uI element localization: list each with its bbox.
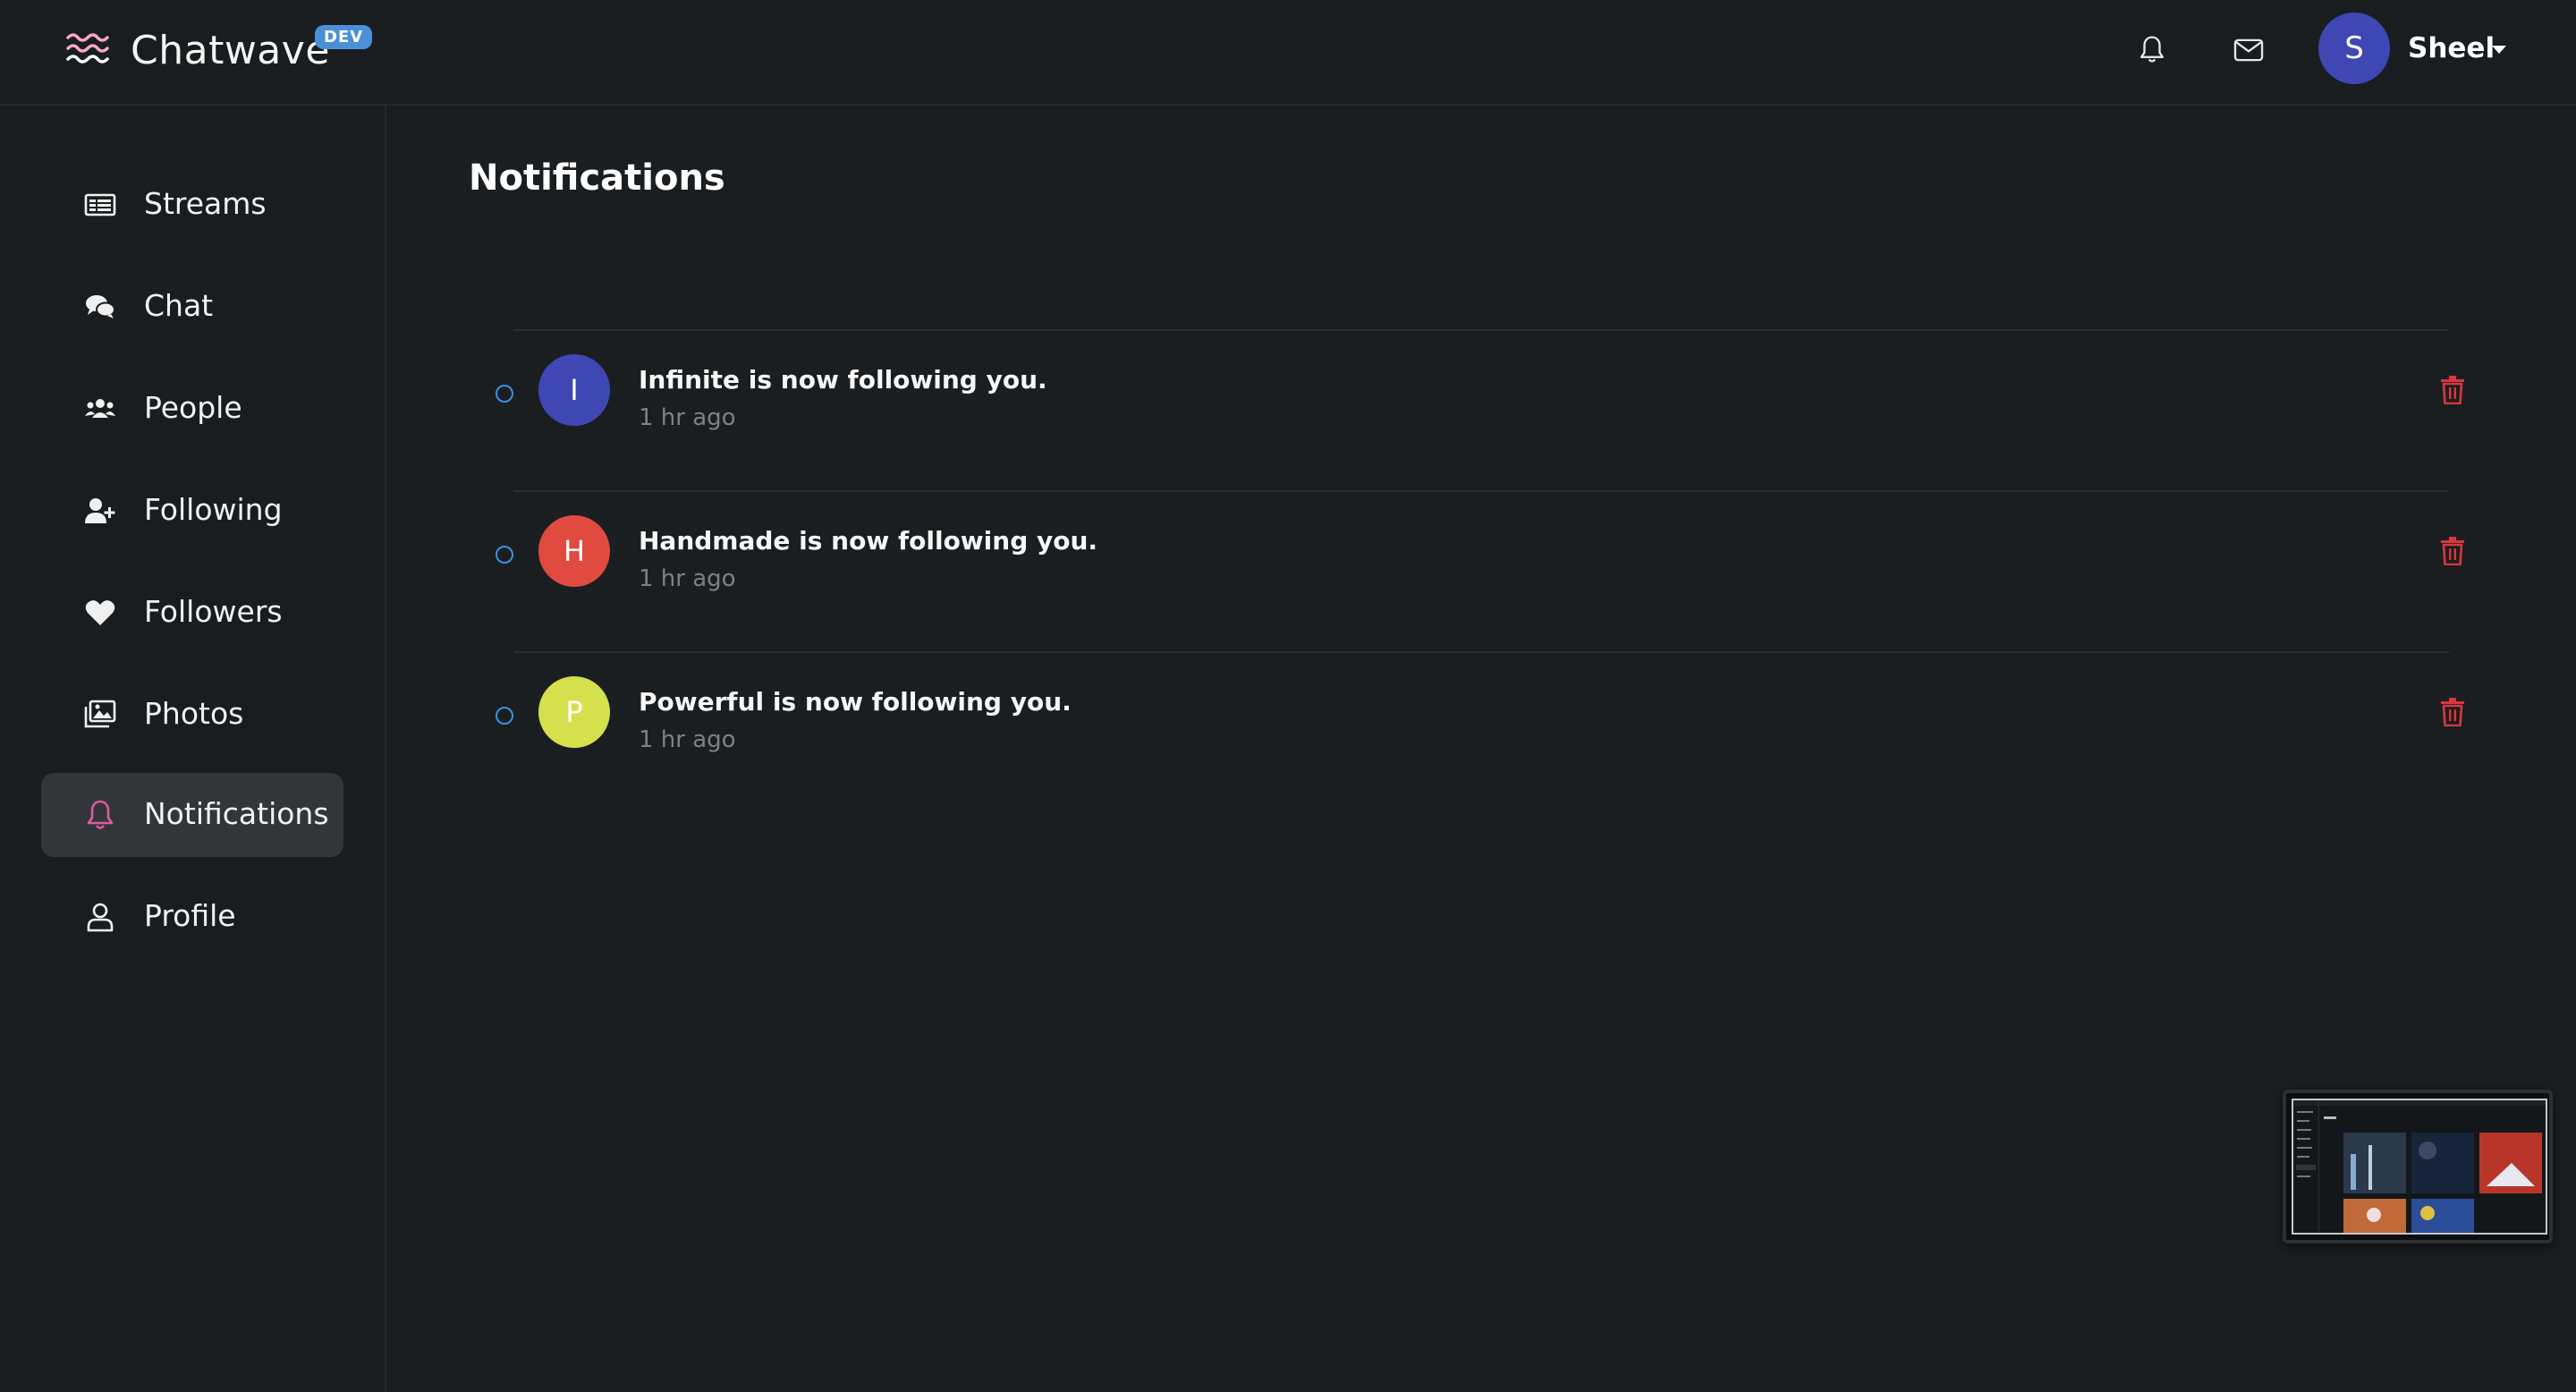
sidebar-item-notifications[interactable]: Notifications xyxy=(41,773,343,857)
sidebar-item-streams[interactable]: Streams xyxy=(41,163,343,247)
sidebar-item-label: Streams xyxy=(144,186,267,221)
sidebar-item-label: Photos xyxy=(144,696,244,731)
sidebar-item-label: Followers xyxy=(144,594,283,629)
notification-time: 1 hr ago xyxy=(639,565,736,592)
avatar[interactable]: P xyxy=(538,676,610,748)
thumbnail-image xyxy=(2293,1100,2546,1233)
main-content: Notifications I Infinite is now followin… xyxy=(388,106,2576,1392)
chat-icon xyxy=(86,295,115,318)
notification-time: 1 hr ago xyxy=(639,404,736,431)
sidebar-item-label: Notifications xyxy=(144,796,329,831)
avatar[interactable]: I xyxy=(538,354,610,426)
notification-time: 1 hr ago xyxy=(639,726,736,753)
notification-item[interactable]: H Handmade is now following you. 1 hr ag… xyxy=(496,490,2464,651)
unread-indicator[interactable] xyxy=(496,546,513,564)
sidebar-item-followers[interactable]: Followers xyxy=(41,571,343,655)
trash-icon[interactable] xyxy=(2440,698,2465,726)
sidebar-item-chat[interactable]: Chat xyxy=(41,265,343,349)
sidebar-item-label: People xyxy=(144,390,242,425)
sidebar-item-people[interactable]: People xyxy=(41,367,343,451)
streams-icon xyxy=(84,193,116,216)
notification-list: I Infinite is now following you. 1 hr ag… xyxy=(496,329,2464,812)
env-badge: DEV xyxy=(315,25,373,49)
mail-icon xyxy=(2233,38,2264,62)
sidebar-item-label: Following xyxy=(144,492,283,527)
trash-icon[interactable] xyxy=(2440,537,2465,565)
notification-item[interactable]: I Infinite is now following you. 1 hr ag… xyxy=(496,329,2464,490)
sidebar-item-profile[interactable]: Profile xyxy=(41,875,343,959)
app-name: Chatwave xyxy=(131,27,330,73)
user-menu-name[interactable]: Sheel xyxy=(2408,32,2495,64)
sidebar-item-label: Profile xyxy=(144,898,236,933)
user-avatar[interactable]: S xyxy=(2318,13,2390,84)
photos-icon xyxy=(84,700,116,728)
unread-indicator[interactable] xyxy=(496,707,513,725)
thumbnail-preview xyxy=(2292,1099,2547,1235)
app-logo[interactable]: Chatwave xyxy=(64,27,330,73)
bell-icon xyxy=(2140,36,2164,63)
messages-button[interactable] xyxy=(2225,27,2272,73)
notifications-bell-button[interactable] xyxy=(2129,27,2175,73)
user-plus-icon xyxy=(85,498,115,523)
notification-text: Infinite is now following you. xyxy=(639,365,1047,395)
sidebar: Streams Chat People Following Followers … xyxy=(0,106,386,1392)
page-title: Notifications xyxy=(469,157,725,199)
notification-text: Powerful is now following you. xyxy=(639,687,1072,717)
avatar[interactable]: H xyxy=(538,515,610,587)
sidebar-item-following[interactable]: Following xyxy=(41,469,343,553)
sidebar-item-label: Chat xyxy=(144,288,214,323)
heart-icon xyxy=(85,600,115,625)
screenshot-thumbnail[interactable] xyxy=(2283,1090,2553,1243)
user-icon xyxy=(87,903,114,932)
notification-item[interactable]: P Powerful is now following you. 1 hr ag… xyxy=(496,651,2464,812)
people-icon xyxy=(85,399,115,418)
unread-indicator[interactable] xyxy=(496,385,513,403)
bell-icon xyxy=(87,800,114,829)
wave-logo-icon xyxy=(66,33,109,64)
trash-icon[interactable] xyxy=(2440,376,2465,404)
notification-text: Handmade is now following you. xyxy=(639,526,1098,556)
top-bar: Chatwave DEV S Sheel xyxy=(0,0,2576,106)
sidebar-item-photos[interactable]: Photos xyxy=(41,673,343,757)
caret-down-icon[interactable] xyxy=(2490,45,2508,55)
